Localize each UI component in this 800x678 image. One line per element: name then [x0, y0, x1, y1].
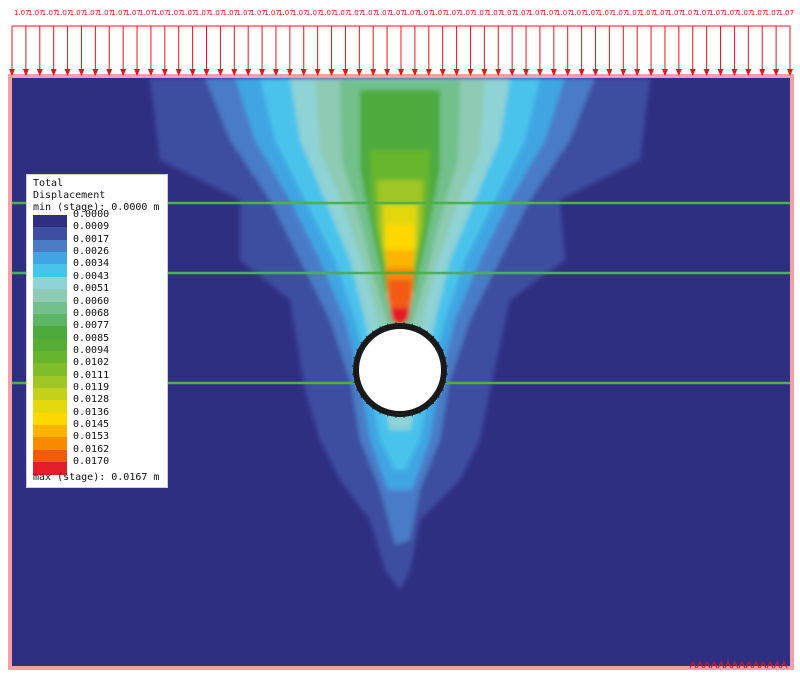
- legend-value: 0.0060: [73, 295, 110, 307]
- legend-value: 0.0009: [73, 221, 110, 233]
- legend-swatch: [33, 388, 67, 401]
- legend-value: 0.0094: [73, 344, 110, 356]
- legend-value: 0.0026: [73, 246, 110, 258]
- legend-swatch: [33, 449, 67, 463]
- legend-value: 0.0170: [73, 456, 110, 468]
- surface-load: [9, 25, 793, 76]
- legend-swatch: [33, 326, 67, 339]
- legend-scale: 0.0000 0.0009 0.0017 0.0026 0.0034 0.0043 0.00…: [33, 209, 167, 475]
- legend-value: 0.0043: [73, 270, 110, 282]
- legend-value: 0.0051: [73, 283, 110, 295]
- legend-title-line2: Displacement: [33, 190, 106, 201]
- load-value-label: 1.07: [779, 9, 795, 17]
- legend-title-line1: Total: [33, 178, 64, 189]
- legend-value: 0.0034: [73, 258, 110, 270]
- legend-swatch: [33, 363, 67, 376]
- legend-value: 0.0017: [73, 233, 110, 245]
- legend-swatch: [33, 264, 67, 277]
- legend-swatch: [33, 313, 67, 327]
- legend-swatch: [33, 289, 67, 302]
- legend-swatch: [33, 215, 67, 228]
- legend-swatch: [33, 400, 67, 413]
- legend-value: 0.0128: [73, 394, 110, 406]
- displacement-legend: Total Displacement min (stage): 0.0000 m…: [26, 174, 168, 488]
- legend-swatch: [33, 239, 67, 253]
- legend-value: 0.0111: [73, 369, 110, 381]
- legend-swatch: [33, 252, 67, 265]
- surface-load-labels: 1.071.071.071.071.071.071.071.071.071.07…: [14, 9, 794, 17]
- legend-swatch: [33, 338, 67, 351]
- legend-swatch: [33, 412, 67, 426]
- legend-swatch: [33, 276, 67, 290]
- legend-value: 0.0102: [73, 357, 110, 369]
- legend-swatch: [33, 375, 67, 389]
- legend-value: 0.0085: [73, 332, 110, 344]
- legend-max: max (stage): 0.0167 m: [33, 472, 160, 483]
- legend-value: 0.0000: [73, 209, 110, 220]
- legend-value: 0.0162: [73, 443, 110, 455]
- legend-value: 0.0136: [73, 406, 110, 418]
- tunnel-opening: [362, 332, 438, 408]
- legend-value: 0.0119: [73, 382, 110, 394]
- legend-value: 0.0153: [73, 431, 110, 443]
- legend-value: 0.0077: [73, 320, 110, 332]
- tunnel: [352, 322, 448, 418]
- legend-value: 0.0145: [73, 419, 110, 431]
- legend-swatch: [33, 350, 67, 364]
- legend-value: 0.0068: [73, 307, 110, 319]
- legend-swatch: [33, 437, 67, 450]
- legend-swatch: [33, 425, 67, 438]
- legend-swatch: [33, 227, 67, 240]
- legend-swatch: [33, 301, 67, 314]
